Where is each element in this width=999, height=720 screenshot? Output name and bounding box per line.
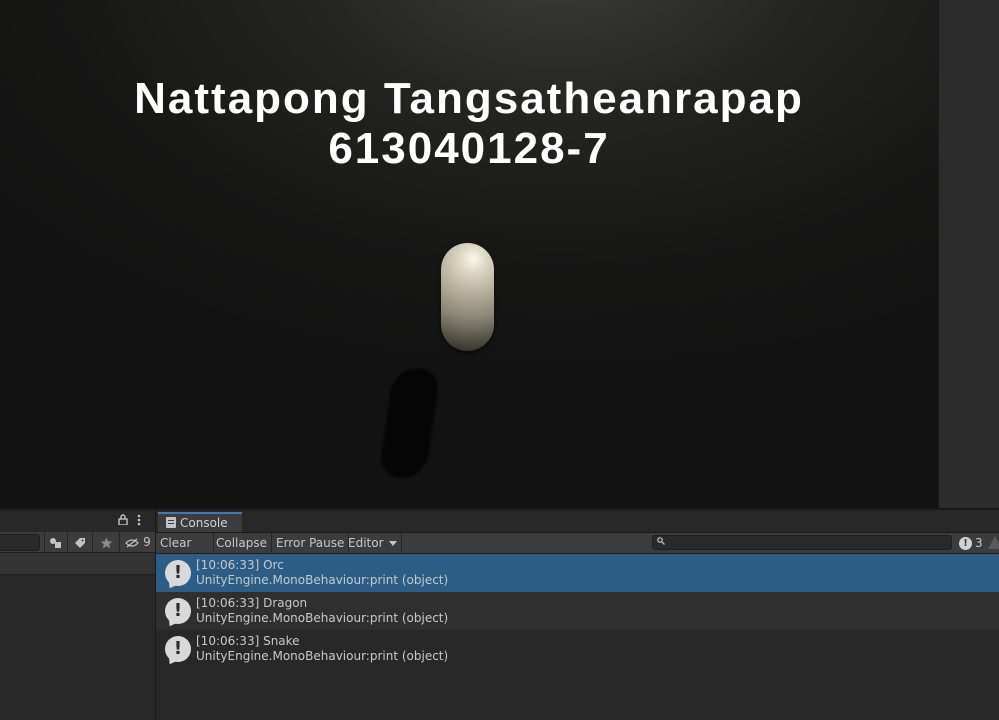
- console-log-list[interactable]: ! [10:06:33] Orc UnityEngine.MonoBehavio…: [156, 554, 999, 668]
- overlay-id: 613040128-7: [328, 124, 610, 173]
- collapse-label: Collapse: [216, 536, 267, 550]
- error-pause-button[interactable]: Error Pause: [272, 533, 350, 553]
- clear-button[interactable]: Clear: [156, 533, 214, 566]
- log-message: [10:06:33] Snake: [196, 634, 300, 648]
- search-icon: [657, 537, 665, 549]
- more-options-icon[interactable]: [137, 514, 141, 529]
- log-stacktrace: UnityEngine.MonoBehaviour:print (object): [196, 611, 449, 625]
- log-entry[interactable]: ! [10:06:33] Orc UnityEngine.MonoBehavio…: [156, 554, 999, 592]
- log-stacktrace: UnityEngine.MonoBehaviour:print (object): [196, 649, 449, 663]
- log-message: [10:06:33] Orc: [196, 558, 284, 572]
- overlay-name: Nattapong Tangsatheanrapap: [134, 74, 804, 123]
- clear-label: Clear: [160, 536, 192, 550]
- warning-toggle-icon[interactable]: [988, 536, 999, 549]
- hierarchy-panel: 9: [0, 510, 156, 720]
- chevron-down-icon: [389, 541, 398, 546]
- console-panel: Console Clear Collapse Error Pause Edito…: [156, 510, 999, 720]
- console-toolbar: Clear Collapse Error Pause Editor ! 3: [156, 533, 999, 566]
- log-messages-toggle[interactable]: ! 3: [956, 533, 983, 553]
- hidden-objects-toggle[interactable]: 9: [119, 532, 156, 552]
- hierarchy-search-input[interactable]: [0, 534, 40, 551]
- log-count: 3: [975, 536, 983, 550]
- game-view[interactable]: Nattapong Tangsatheanrapap 613040128-7: [0, 0, 938, 508]
- eye-hidden-icon: [125, 535, 143, 549]
- hidden-count: 9: [143, 535, 151, 549]
- favorites-star-icon[interactable]: [92, 532, 119, 552]
- editor-label: Editor: [348, 536, 384, 550]
- hierarchy-header-row: [0, 553, 155, 575]
- info-icon: !: [959, 537, 972, 550]
- hierarchy-toolbar: 9: [0, 532, 155, 553]
- capsule-shadow: [378, 368, 441, 478]
- tag-icon[interactable]: [67, 532, 92, 552]
- editor-dropdown-button[interactable]: Editor: [344, 533, 403, 553]
- capsule-object: [441, 243, 494, 351]
- console-tab-icon: [166, 517, 176, 528]
- filter-by-type-icon[interactable]: [44, 532, 67, 552]
- log-message-icon: !: [165, 598, 191, 624]
- console-search-input[interactable]: [652, 535, 952, 550]
- bottom-dock: 9 Console Clear Collapse Error Pause Edi…: [0, 508, 999, 720]
- log-message: [10:06:33] Dragon: [196, 596, 308, 610]
- collapse-button[interactable]: Collapse: [212, 533, 272, 553]
- log-message-icon: !: [165, 560, 191, 586]
- error-pause-label: Error Pause: [276, 536, 345, 550]
- log-entry[interactable]: ! [10:06:33] Snake UnityEngine.MonoBehav…: [156, 630, 999, 668]
- lock-icon[interactable]: [118, 514, 128, 528]
- console-tabbar: Console: [156, 510, 999, 533]
- tab-console[interactable]: Console: [158, 512, 242, 532]
- log-entry[interactable]: ! [10:06:33] Dragon UnityEngine.MonoBeha…: [156, 592, 999, 630]
- log-message-icon: !: [165, 636, 191, 662]
- scene-side-panel: [938, 0, 999, 508]
- hierarchy-tabbar: [0, 510, 155, 532]
- log-stacktrace: UnityEngine.MonoBehaviour:print (object): [196, 573, 449, 587]
- tab-console-label: Console: [180, 516, 228, 530]
